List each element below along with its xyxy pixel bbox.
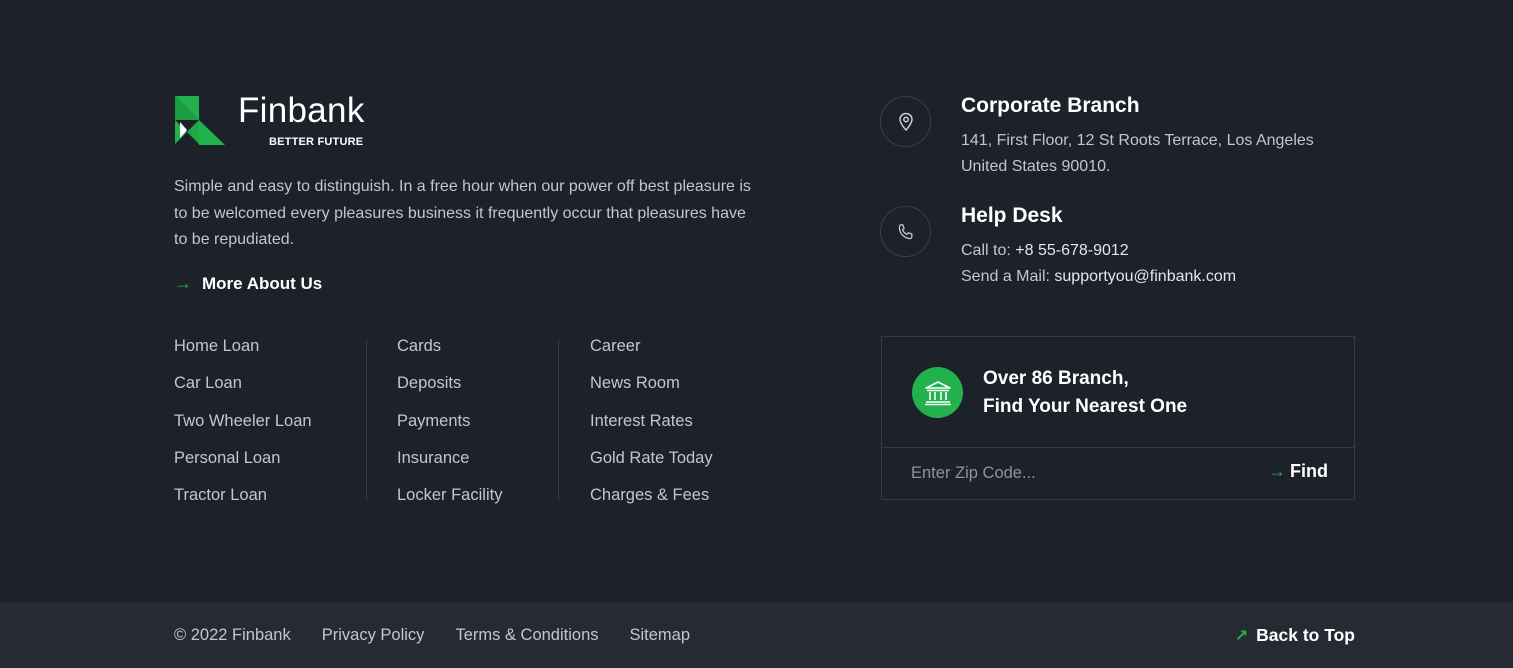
phone-icon-circle xyxy=(880,206,931,257)
back-to-top-label: Back to Top xyxy=(1256,625,1355,645)
branch-address-line1: 141, First Floor, 12 St Roots Terrace, L… xyxy=(961,132,1314,149)
find-nearest-line: Find Your Nearest One xyxy=(983,396,1188,417)
find-button[interactable]: → Find xyxy=(1268,461,1328,482)
help-desk-mail-line: Send a Mail: supportyou@finbank.com xyxy=(961,268,1236,286)
branch-finder-text: Over 86 Branch, Find Your Nearest One xyxy=(983,365,1187,421)
footer-logo[interactable]: Finbank BETTER FUTURE xyxy=(174,91,774,148)
more-about-us-label: More About Us xyxy=(202,273,323,293)
footer-link-payments[interactable]: Payments xyxy=(397,409,558,446)
footer-link-charges-fees[interactable]: Charges & Fees xyxy=(590,483,759,520)
footer-link-personal-loan[interactable]: Personal Loan xyxy=(174,446,366,483)
back-to-top-button[interactable]: ↗ Back to Top xyxy=(1235,625,1355,646)
footer-link-car-loan[interactable]: Car Loan xyxy=(174,371,366,408)
phone-number[interactable]: +8 55-678-9012 xyxy=(1015,242,1128,259)
footer-link-locker-facility[interactable]: Locker Facility xyxy=(397,483,558,520)
branch-count-line: Over 86 Branch, xyxy=(983,368,1129,389)
footer-link-insurance[interactable]: Insurance xyxy=(397,446,558,483)
branch-finder: Over 86 Branch, Find Your Nearest One → … xyxy=(881,336,1355,500)
footer-link-news-room[interactable]: News Room xyxy=(590,371,759,408)
find-button-label: Find xyxy=(1290,461,1328,481)
footer-link-columns: Home Loan Car Loan Two Wheeler Loan Pers… xyxy=(174,334,759,520)
location-icon-circle xyxy=(880,96,931,147)
copyright-text: © 2022 Finbank xyxy=(174,626,291,644)
link-column-loans: Home Loan Car Loan Two Wheeler Loan Pers… xyxy=(174,334,366,520)
more-about-us-link[interactable]: → More About Us xyxy=(174,272,774,296)
footer-link-interest-rates[interactable]: Interest Rates xyxy=(590,409,759,446)
footer-main: Finbank BETTER FUTURE Simple and easy to… xyxy=(0,0,1513,602)
footer-link-gold-rate-today[interactable]: Gold Rate Today xyxy=(590,446,759,483)
arrow-up-right-icon: ↗ xyxy=(1234,627,1249,645)
location-pin-icon xyxy=(898,112,913,131)
corporate-branch-title: Corporate Branch xyxy=(961,94,1140,117)
link-column-services: Cards Deposits Payments Insurance Locker… xyxy=(367,334,558,520)
help-desk-title: Help Desk xyxy=(961,204,1063,227)
link-column-company: Career News Room Interest Rates Gold Rat… xyxy=(559,334,759,520)
footer-link-two-wheeler-loan[interactable]: Two Wheeler Loan xyxy=(174,409,366,446)
logo-text: Finbank BETTER FUTURE xyxy=(238,91,378,148)
help-desk-call-line: Call to: +8 55-678-9012 xyxy=(961,242,1129,260)
bank-icon-badge xyxy=(912,367,963,418)
zip-code-input[interactable] xyxy=(882,448,1242,499)
finbank-logo-icon xyxy=(175,96,225,145)
arrow-right-icon: → xyxy=(1268,461,1286,481)
privacy-policy-link[interactable]: Privacy Policy xyxy=(322,626,425,645)
terms-conditions-link[interactable]: Terms & Conditions xyxy=(455,626,598,645)
sitemap-link[interactable]: Sitemap xyxy=(630,626,691,645)
brand-name: Finbank xyxy=(238,91,365,130)
mail-prefix: Send a Mail: xyxy=(961,268,1055,285)
footer-link-cards[interactable]: Cards xyxy=(397,334,558,371)
arrow-right-icon: → xyxy=(174,273,192,293)
footer-about-column: Finbank BETTER FUTURE Simple and easy to… xyxy=(174,91,774,296)
footer-link-home-loan[interactable]: Home Loan xyxy=(174,334,366,371)
footer-link-deposits[interactable]: Deposits xyxy=(397,371,558,408)
brand-tagline: BETTER FUTURE xyxy=(269,136,364,148)
branch-address-line2: United States 90010. xyxy=(961,158,1111,175)
call-prefix: Call to: xyxy=(961,242,1016,259)
footer-link-tractor-loan[interactable]: Tractor Loan xyxy=(174,483,366,520)
about-description: Simple and easy to distinguish. In a fre… xyxy=(174,178,751,248)
footer-bottom-bar: © 2022 Finbank Privacy Policy Terms & Co… xyxy=(0,602,1513,668)
phone-icon xyxy=(898,223,912,239)
footer-link-career[interactable]: Career xyxy=(590,334,759,371)
branch-finder-header: Over 86 Branch, Find Your Nearest One xyxy=(882,337,1354,448)
bottom-links: © 2022 Finbank Privacy Policy Terms & Co… xyxy=(174,626,721,645)
bank-icon xyxy=(924,380,951,405)
zip-search-row: → Find xyxy=(882,448,1354,499)
support-email[interactable]: supportyou@finbank.com xyxy=(1054,268,1236,285)
